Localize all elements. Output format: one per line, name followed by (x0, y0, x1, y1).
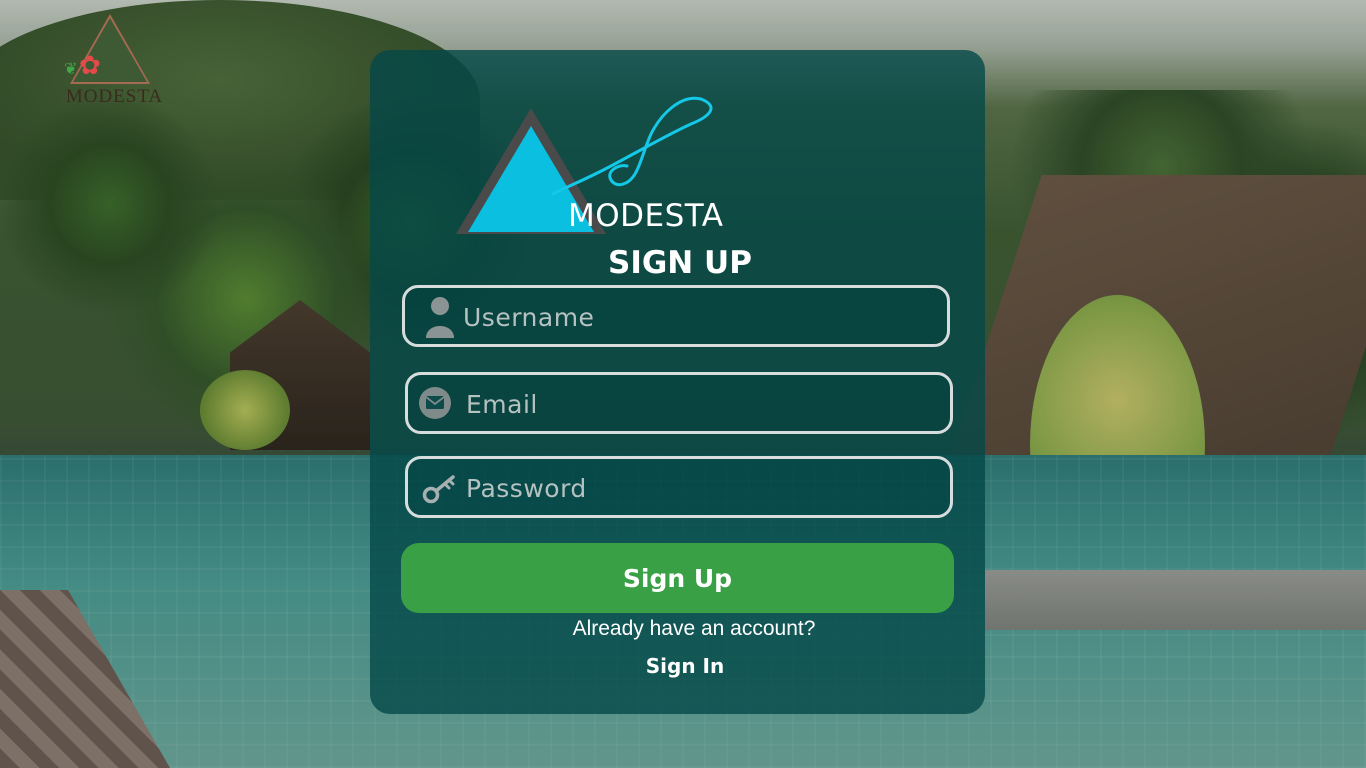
page-title: SIGN UP (608, 245, 752, 281)
signin-prompt: Already have an account? (572, 617, 816, 640)
mail-icon (419, 387, 451, 419)
swirl-icon (551, 96, 713, 196)
sign-in-link[interactable]: Sign In (370, 654, 1000, 678)
signup-card: MODESTA SIGN UP Sign Up Already have an … (370, 50, 985, 714)
sign-up-button[interactable]: Sign Up (401, 543, 954, 613)
username-field[interactable] (402, 285, 950, 347)
corner-logo: ❦ ✿ MODESTA (52, 14, 177, 109)
key-icon (422, 475, 455, 504)
password-input[interactable] (464, 459, 940, 517)
brand-logo: MODESTA SIGN UP (456, 96, 776, 290)
email-field[interactable] (405, 372, 953, 434)
brand-name: MODESTA (568, 198, 724, 234)
email-input[interactable] (464, 375, 940, 433)
username-input[interactable] (461, 288, 937, 346)
corner-logo-wordmark: MODESTA (65, 86, 164, 107)
password-field[interactable] (405, 456, 953, 518)
flower-icon: ✿ (79, 50, 101, 80)
user-icon (426, 297, 454, 338)
leaf-icon: ❦ (64, 61, 78, 78)
